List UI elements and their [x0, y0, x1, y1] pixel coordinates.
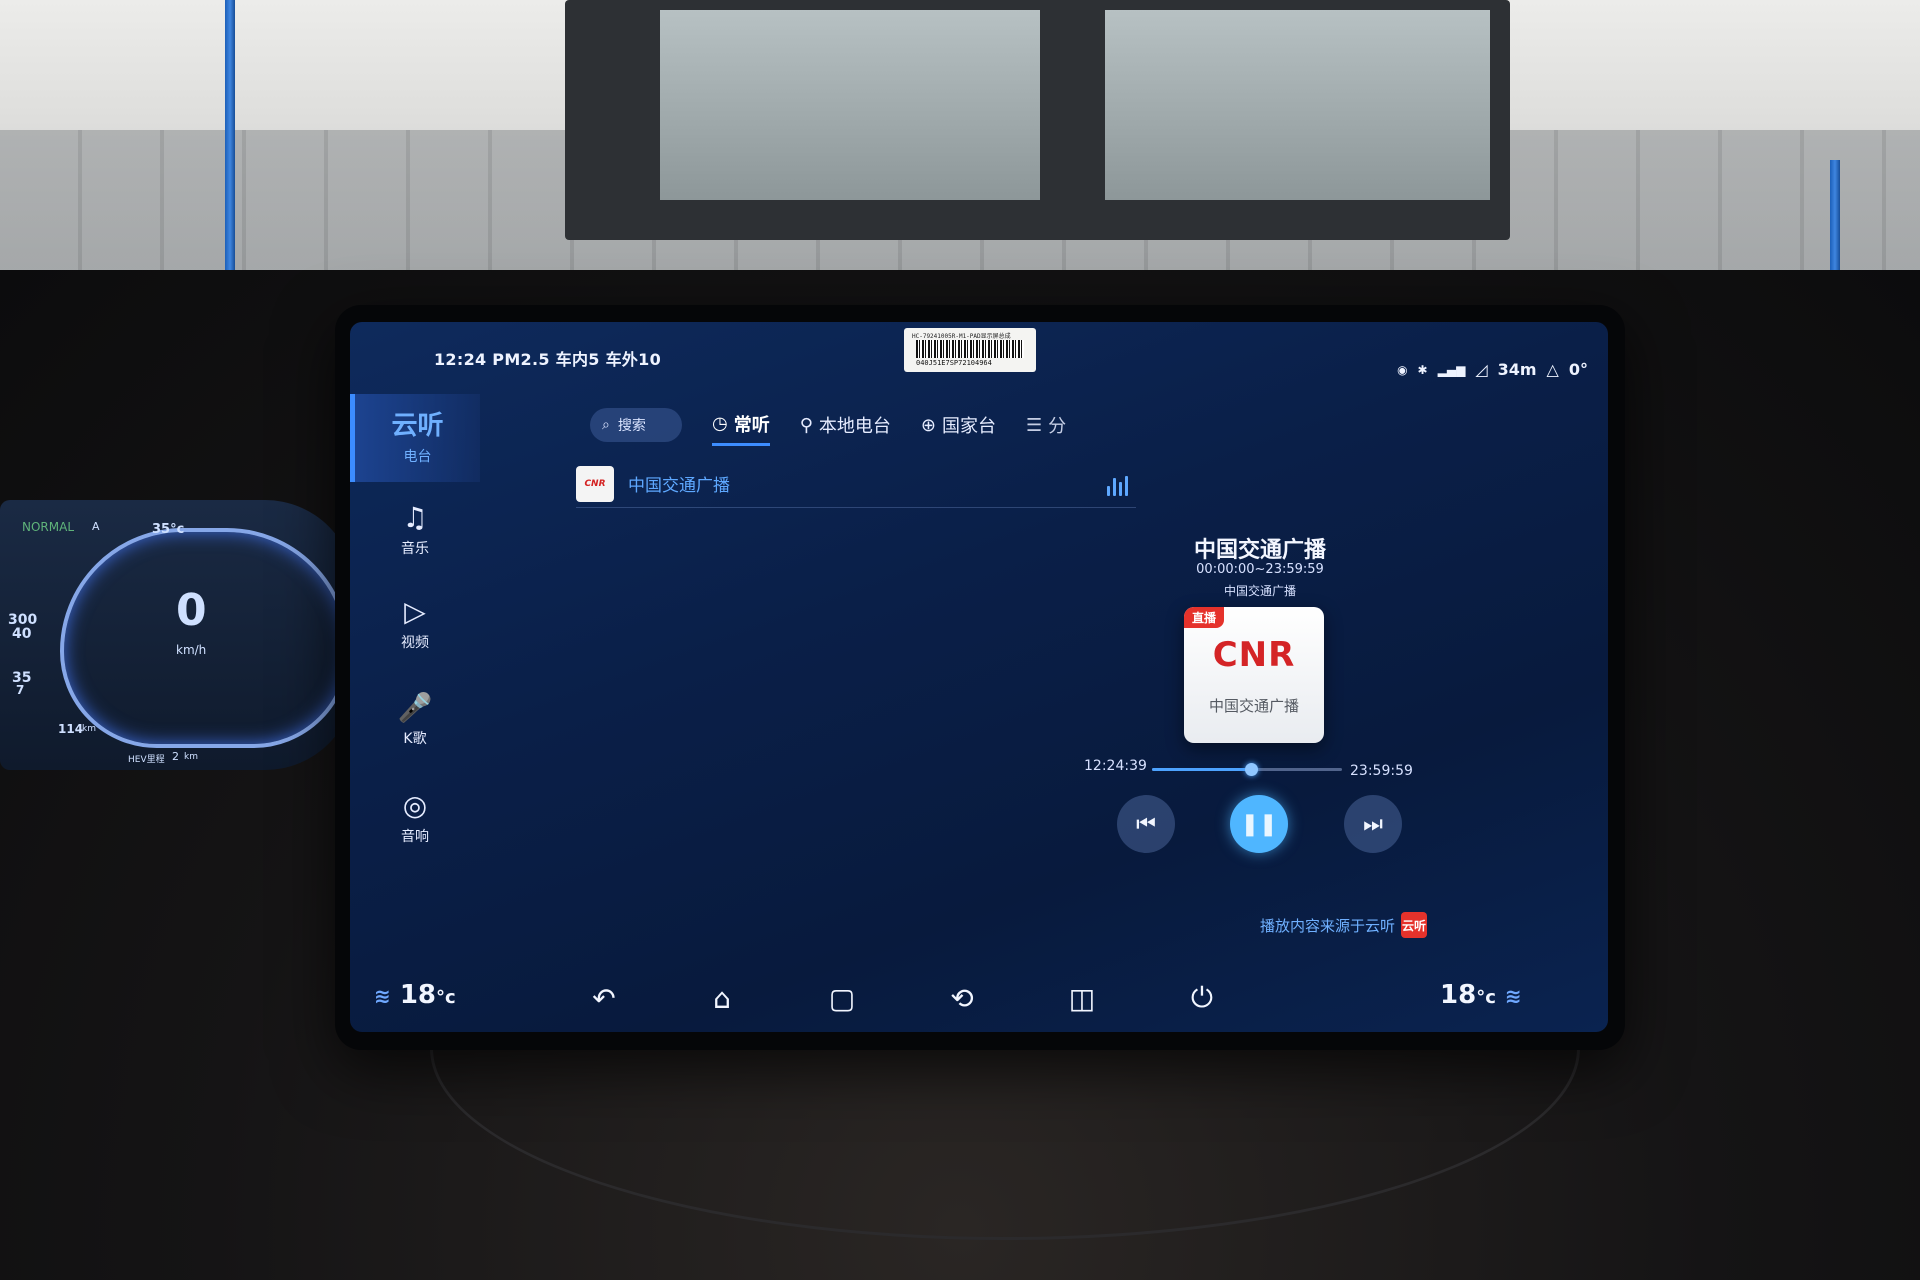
sidebar-item-radio[interactable]: 云听 电台 [350, 394, 480, 482]
temp-left-button[interactable]: ≋ 18°c [374, 980, 456, 1010]
clock-icon: ◷ [712, 413, 728, 434]
cluster-outside-temp: 35°c [152, 522, 185, 537]
sticker-serial: 040J51E7SP72104964 [916, 359, 992, 367]
live-badge: 直播 [1184, 607, 1225, 628]
content-source: 播放内容来源于云听 云听 [1260, 912, 1428, 938]
source-text: 播放内容来源于云听 [1260, 916, 1396, 935]
cluster-range-unit: km [82, 724, 96, 734]
back-arrow-icon: ↶ [592, 981, 616, 1015]
progress-fill [1152, 768, 1251, 771]
cluster-gear: A [92, 520, 100, 533]
sidebar-item-label: K歌 [403, 731, 427, 747]
program-schedule: 00:00:00~23:59:59 [1196, 562, 1324, 577]
power-button[interactable]: ⏻ [1180, 978, 1224, 1018]
tab-label: 常听 [733, 414, 770, 436]
back-button[interactable]: ↶ [582, 978, 626, 1018]
power-icon: ⏻ [1190, 981, 1214, 1014]
pause-button[interactable]: ❚❚ [1230, 795, 1288, 853]
temp-right-button[interactable]: 18°c ≋ [1440, 980, 1522, 1010]
barcode-sticker: HC-79241005R-M1-PAD显示屏总成 040J51E7SP72104… [904, 328, 1036, 372]
video-play-icon: ▷ [404, 595, 426, 628]
tab-local-stations[interactable]: ⚲ 本地电台 [800, 404, 891, 446]
cluster-hev-value: 2 [172, 750, 179, 763]
globe-icon: ⊕ [920, 414, 936, 436]
skip-previous-icon: ⏮ [1136, 811, 1156, 837]
progress-bar[interactable] [1152, 763, 1342, 776]
sidebar-item-video[interactable]: ▷ 视频 [350, 580, 480, 668]
airflow-icon: ≋ [1504, 984, 1522, 1008]
yunting-radio-icon: 云听 [391, 411, 444, 441]
program-name: 中国交通广播 [1223, 584, 1296, 598]
rotate-screen-icon: ⟲ [950, 981, 974, 1015]
window-pane-right [1105, 10, 1490, 200]
radio-tabs: ⌕ 搜索 ◷ 常听 ⚲ 本地电台 ⊕ 国家台 ☰ 分 [590, 404, 1066, 446]
tab-national-stations[interactable]: ⊕ 国家台 [921, 404, 996, 446]
screen-rotate-button[interactable]: ⟲ [940, 978, 984, 1018]
search-label: 搜索 [617, 418, 646, 434]
album-cover: 直播 CNR 中国交通广播 [1184, 607, 1324, 743]
search-button[interactable]: ⌕ 搜索 [590, 408, 682, 442]
sidebar-item-label: 音乐 [401, 541, 429, 557]
now-playing-panel: 中国交通广播 00:00:00~23:59:59 中国交通广播 直播 CNR 中… [1040, 322, 1608, 1032]
sidebar-item-sound[interactable]: ◎ 音响 [350, 774, 480, 862]
instrument-cluster: NORMAL A 35°c 0 km/h 114 km HEV里程 2 km 3… [0, 500, 355, 770]
microphone-icon: 🎤 [397, 691, 433, 724]
tab-label: 国家台 [942, 416, 996, 437]
next-button[interactable]: ⏭ [1344, 795, 1402, 853]
current-time: 12:24:39 [1084, 758, 1147, 774]
progress-handle[interactable] [1244, 763, 1258, 776]
speaker-icon: ◎ [402, 789, 428, 822]
now-playing-title: 中国交通广播 [1193, 538, 1326, 563]
split-screen-button[interactable]: ◫ [1060, 978, 1104, 1018]
blue-pipe-left [225, 0, 235, 300]
station-name: 中国交通广播 [628, 476, 730, 496]
app-sidebar: 云听 电台 ♫ 音乐 ▷ 视频 🎤 K歌 ◎ 音响 [350, 394, 495, 914]
skip-next-icon: ⏭ [1363, 811, 1383, 837]
barcode [916, 340, 1024, 358]
tab-label: 本地电台 [818, 416, 891, 437]
sticker-part-number: HC-79241005R-M1-PAD显示屏总成 [912, 333, 1011, 340]
cluster-speed-unit: km/h [176, 643, 207, 657]
bottom-dock: ≋ 18°c ↶ ⌂ ▢ ⟲ ◫ ⏻ 18°c ≋ [350, 958, 1608, 1032]
tab-frequent[interactable]: ◷ 常听 [712, 404, 770, 446]
cover-caption: 中国交通广播 [1208, 697, 1299, 715]
yunting-badge-icon: 云听 [1401, 912, 1428, 938]
home-icon: ⌂ [713, 981, 731, 1015]
square-icon: ▢ [828, 981, 856, 1015]
pause-icon: ❚❚ [1240, 811, 1278, 837]
window-pane-left [660, 10, 1040, 200]
sidebar-item-label: 视频 [401, 635, 429, 651]
thumb-logo-text: CNR [584, 478, 606, 489]
infotainment-screen: 12:24 PM2.5 车内5 车外10 ◉ ✱ ▂▄▆ ◿ 34m △ 0° … [350, 322, 1608, 1032]
search-icon: ⌕ [602, 417, 610, 433]
cluster-left-num-4: 7 [16, 683, 25, 697]
cluster-mode: NORMAL [22, 520, 75, 534]
cluster-left-num-2: 40 [12, 626, 32, 642]
cluster-hev-label: HEV里程 [128, 755, 165, 765]
cluster-speed: 0 [176, 585, 207, 636]
temp-unit: °c [436, 987, 456, 1008]
sidebar-item-music[interactable]: ♫ 音乐 [350, 486, 480, 574]
sidebar-item-karaoke[interactable]: 🎤 K歌 [350, 676, 480, 764]
cluster-range: 114 [58, 722, 84, 736]
sidebar-item-label: 电台 [403, 449, 432, 465]
recent-apps-button[interactable]: ▢ [820, 978, 864, 1018]
cluster-arc [60, 528, 350, 748]
airflow-icon: ≋ [374, 984, 391, 1008]
music-note-icon: ♫ [402, 501, 428, 534]
temp-left-value: 18 [399, 980, 437, 1010]
temp-right-value: 18 [1440, 980, 1477, 1010]
temp-unit: °c [1476, 987, 1496, 1008]
location-pin-icon: ⚲ [799, 414, 813, 436]
sidebar-item-label: 音响 [401, 829, 429, 845]
station-thumbnail: CNR [576, 465, 614, 502]
end-time: 23:59:59 [1350, 763, 1413, 779]
previous-button[interactable]: ⏮ [1117, 795, 1175, 853]
home-button[interactable]: ⌂ [700, 978, 744, 1018]
split-screen-icon: ◫ [1068, 981, 1096, 1015]
garage-window [565, 0, 1510, 240]
cluster-hev-unit: km [184, 752, 198, 762]
cnr-logo: CNR [1212, 635, 1296, 675]
status-time-air: 12:24 PM2.5 车内5 车外10 [434, 350, 662, 369]
